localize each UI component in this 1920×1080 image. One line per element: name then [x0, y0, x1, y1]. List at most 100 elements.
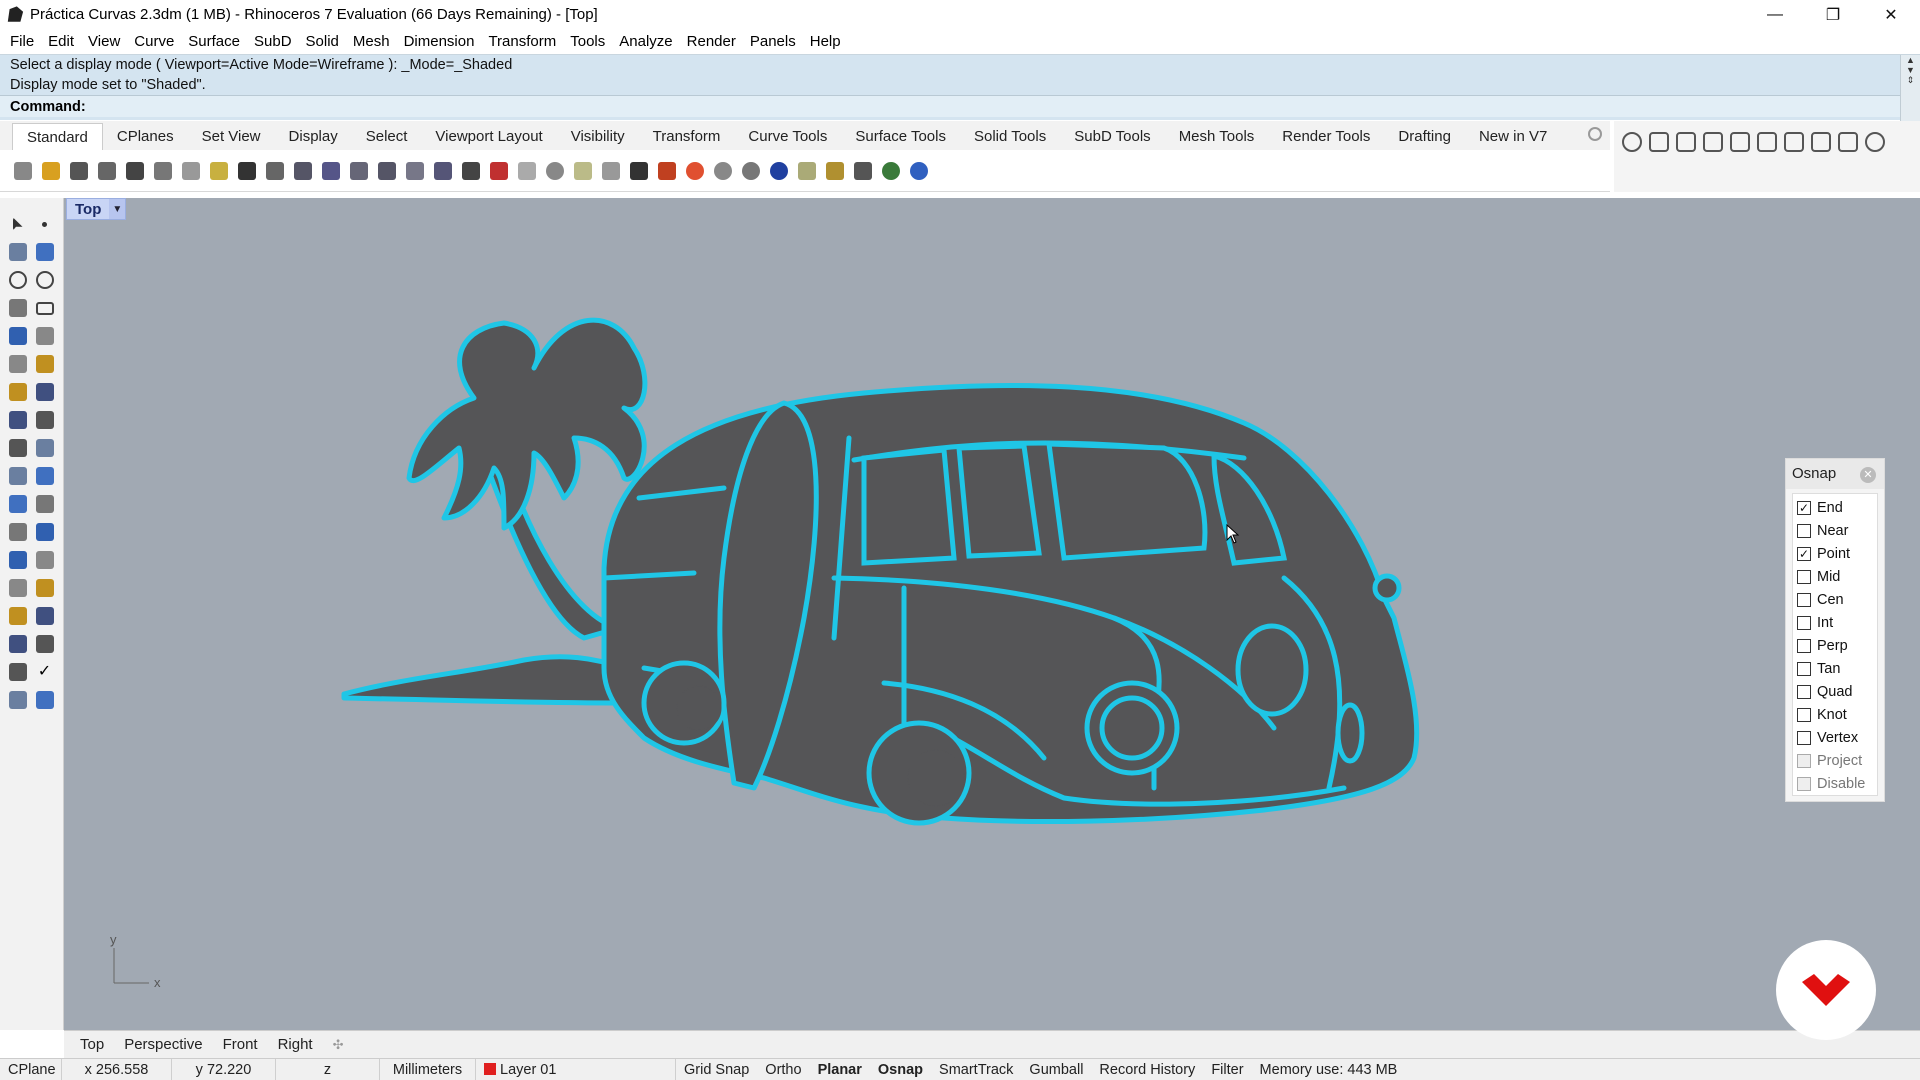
points-icon[interactable] [570, 158, 596, 184]
polygon-icon[interactable] [4, 295, 31, 321]
tab-select[interactable]: Select [352, 123, 422, 150]
status-cplane[interactable]: CPlane [0, 1058, 62, 1080]
car2-icon[interactable] [1780, 129, 1807, 155]
light-icon[interactable] [514, 158, 540, 184]
osnap-checkbox[interactable] [1797, 569, 1811, 584]
layer-icon[interactable] [1672, 129, 1699, 155]
menu-item-curve[interactable]: Curve [127, 33, 181, 50]
close-button[interactable]: ✕ [1862, 0, 1920, 29]
zoom-selected-icon[interactable] [402, 158, 428, 184]
menu-item-edit[interactable]: Edit [41, 33, 81, 50]
tab-drafting[interactable]: Drafting [1384, 123, 1465, 150]
tab-subd-tools[interactable]: SubD Tools [1060, 123, 1164, 150]
zoom-window-icon[interactable] [346, 158, 372, 184]
cut-icon[interactable] [150, 158, 176, 184]
menu-item-render[interactable]: Render [680, 33, 743, 50]
gumball-icon[interactable] [1861, 129, 1888, 155]
tab-set-view[interactable]: Set View [188, 123, 275, 150]
trim-icon[interactable] [4, 547, 31, 573]
circle-icon[interactable] [4, 267, 31, 293]
osnap-near[interactable]: Near [1793, 519, 1877, 542]
osnap-vertex[interactable]: Vertex [1793, 726, 1877, 749]
select-arrow-icon[interactable] [4, 211, 31, 237]
status-toggle-grid-snap[interactable]: Grid Snap [676, 1059, 757, 1080]
osnap-quad[interactable]: Quad [1793, 680, 1877, 703]
surface-icon[interactable] [4, 351, 31, 377]
zoom-extents-icon[interactable] [374, 158, 400, 184]
save-icon[interactable] [66, 158, 92, 184]
box3d-icon[interactable] [1645, 129, 1672, 155]
menu-item-analyze[interactable]: Analyze [612, 33, 679, 50]
osnap-checkbox[interactable] [1797, 707, 1811, 722]
tab-mesh-tools[interactable]: Mesh Tools [1165, 123, 1269, 150]
osnap-close-icon[interactable]: ✕ [1860, 467, 1876, 483]
mesh-icon[interactable] [31, 407, 58, 433]
polyline-icon[interactable] [4, 239, 31, 265]
copy-icon[interactable] [178, 158, 204, 184]
bulb-icon[interactable] [598, 158, 624, 184]
tab-curve-tools[interactable]: Curve Tools [734, 123, 841, 150]
rhino-icon[interactable] [1618, 129, 1645, 155]
paste-icon[interactable] [206, 158, 232, 184]
arc-icon[interactable] [4, 323, 31, 349]
top-viewport[interactable]: Top ▼ y x [64, 198, 1920, 1030]
menu-item-transform[interactable]: Transform [481, 33, 563, 50]
import-icon[interactable] [122, 158, 148, 184]
osnap-knot[interactable]: Knot [1793, 703, 1877, 726]
maximize-button[interactable]: ❐ [1804, 0, 1862, 29]
split-icon[interactable] [31, 547, 58, 573]
osnap-perp[interactable]: Perp [1793, 634, 1877, 657]
viewport-canvas[interactable] [64, 198, 1920, 1030]
block-icon[interactable] [4, 603, 31, 629]
new-icon[interactable] [10, 158, 36, 184]
cylinder-icon[interactable] [4, 407, 31, 433]
tab-surface-tools[interactable]: Surface Tools [841, 123, 960, 150]
osnap-checkbox[interactable] [1797, 661, 1811, 676]
ruler-icon[interactable] [31, 603, 58, 629]
solid-icon[interactable] [31, 379, 58, 405]
rectangle-icon[interactable] [31, 295, 58, 321]
render-tool-icon[interactable] [4, 687, 31, 713]
print-icon[interactable] [94, 158, 120, 184]
color-wheel-icon[interactable] [682, 158, 708, 184]
status-toggle-filter[interactable]: Filter [1203, 1059, 1251, 1080]
render-sphere-icon[interactable] [738, 158, 764, 184]
viewport-tab-right[interactable]: Right [268, 1036, 323, 1053]
tab-display[interactable]: Display [275, 123, 352, 150]
check-icon[interactable]: ✓ [31, 659, 58, 685]
tab-solid-tools[interactable]: Solid Tools [960, 123, 1060, 150]
menu-item-subd[interactable]: SubD [247, 33, 299, 50]
dim-icon[interactable] [850, 158, 876, 184]
point-icon[interactable] [31, 211, 58, 237]
osnap-checkbox[interactable] [1797, 615, 1811, 630]
group-icon[interactable] [4, 575, 31, 601]
menu-item-view[interactable]: View [81, 33, 127, 50]
osnap-point[interactable]: ✓ Point [1793, 542, 1877, 565]
analysis-icon[interactable] [4, 659, 31, 685]
filter2-icon[interactable] [1726, 129, 1753, 155]
light-tool-icon[interactable] [4, 435, 31, 461]
grid-icon[interactable] [458, 158, 484, 184]
dimension-icon[interactable] [31, 435, 58, 461]
lock-icon[interactable] [626, 158, 652, 184]
sphere-icon[interactable] [710, 158, 736, 184]
tab-transform[interactable]: Transform [639, 123, 735, 150]
tab-viewport-layout[interactable]: Viewport Layout [421, 123, 556, 150]
ungroup-icon[interactable] [31, 575, 58, 601]
world-icon[interactable] [878, 158, 904, 184]
help-icon[interactable] [906, 158, 932, 184]
osnap-mid[interactable]: Mid [1793, 565, 1877, 588]
tab-visibility[interactable]: Visibility [557, 123, 639, 150]
menu-item-dimension[interactable]: Dimension [397, 33, 482, 50]
tab-new-in-v7[interactable]: New in V7 [1465, 123, 1561, 150]
menu-item-surface[interactable]: Surface [181, 33, 247, 50]
viewport-title-label[interactable]: Top [67, 201, 109, 218]
osnap-checkbox[interactable]: ✓ [1797, 546, 1811, 561]
menu-item-mesh[interactable]: Mesh [346, 33, 397, 50]
osnap-checkbox[interactable] [1797, 592, 1811, 607]
osnap-checkbox[interactable]: ✓ [1797, 500, 1811, 515]
status-toggle-record-history[interactable]: Record History [1091, 1059, 1203, 1080]
explode-icon[interactable] [31, 519, 58, 545]
viewport-dropdown-icon[interactable]: ▼ [109, 199, 126, 219]
filter-icon[interactable] [794, 158, 820, 184]
